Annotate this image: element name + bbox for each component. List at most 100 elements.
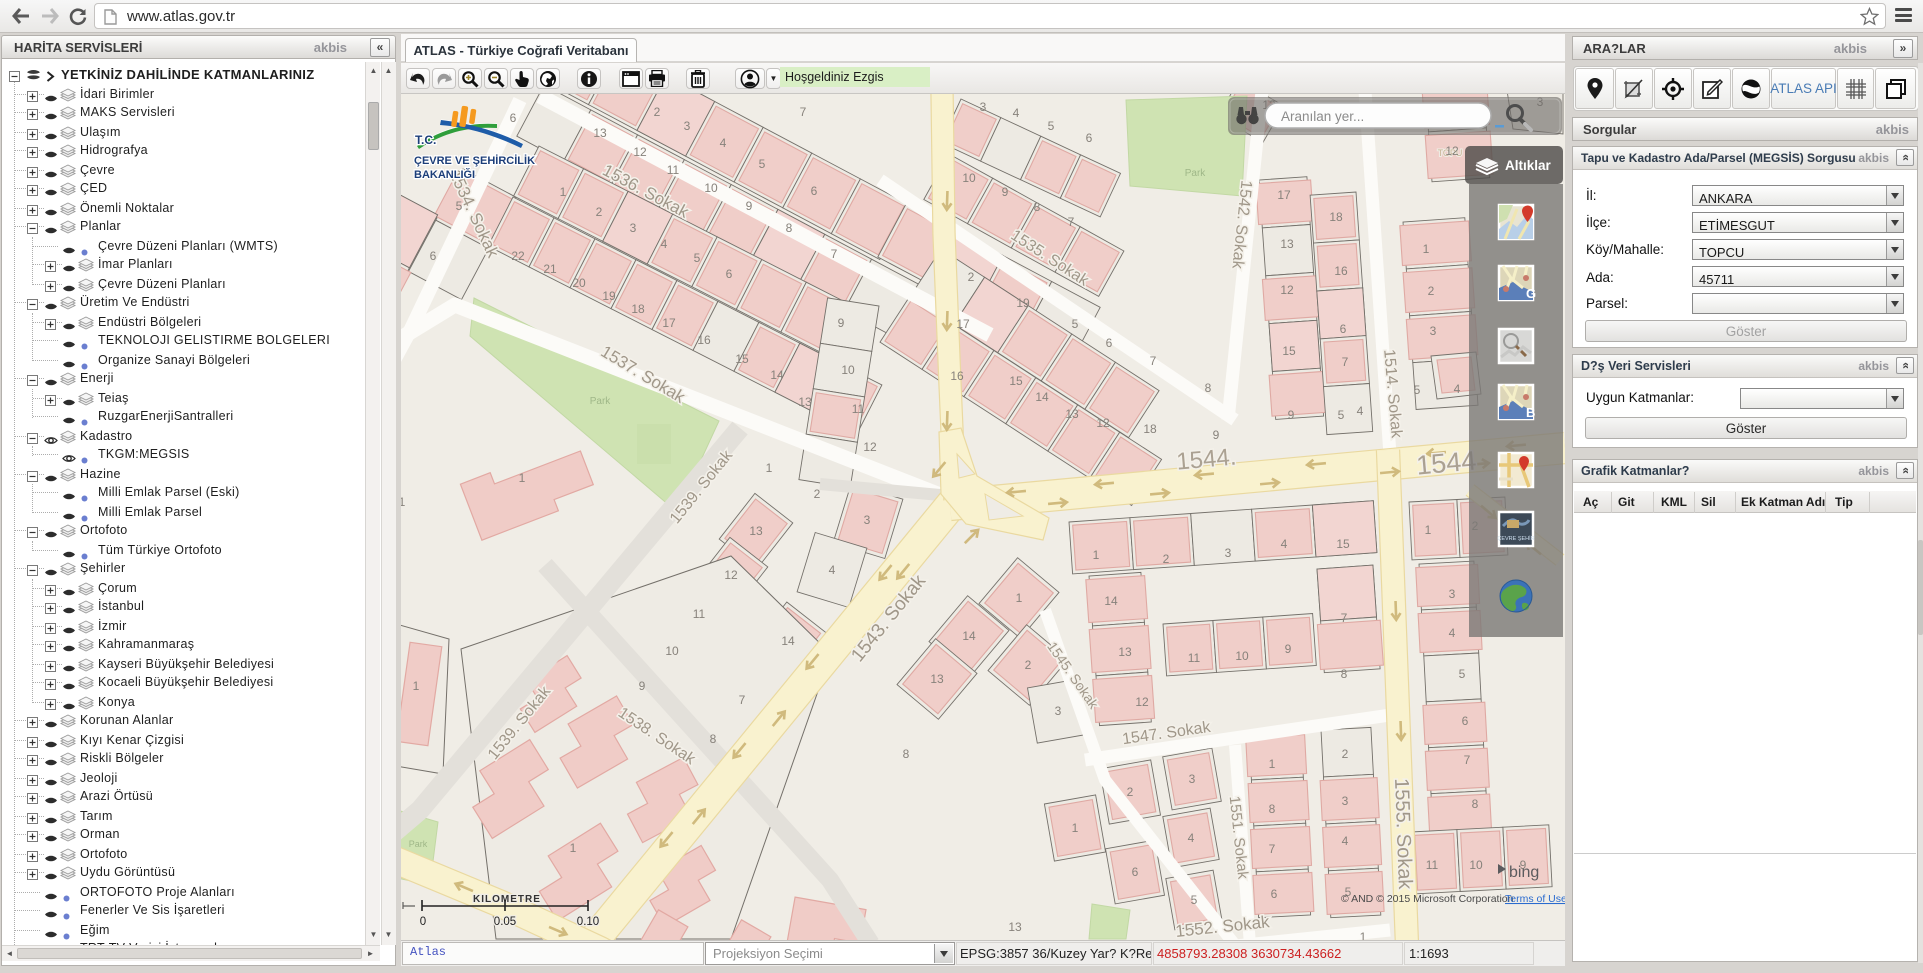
svg-text:8: 8	[1034, 200, 1041, 214]
svg-text:3: 3	[1055, 704, 1062, 718]
svg-text:16: 16	[697, 333, 711, 347]
svg-text:2: 2	[1025, 658, 1032, 672]
svg-text:14: 14	[1035, 390, 1049, 404]
svg-text:7: 7	[1342, 355, 1349, 369]
svg-text:16: 16	[1334, 264, 1348, 278]
svg-text:12: 12	[1096, 416, 1110, 430]
svg-text:1: 1	[413, 679, 420, 693]
svg-text:15: 15	[1282, 344, 1296, 358]
svg-text:12: 12	[1135, 695, 1149, 709]
svg-text:13: 13	[593, 126, 607, 140]
svg-text:7: 7	[739, 693, 746, 707]
svg-text:G: G	[1526, 286, 1536, 301]
svg-text:1: 1	[519, 471, 526, 485]
svg-text:5: 5	[456, 199, 463, 213]
svg-text:Aranılan yer...: Aranılan yer...	[1281, 109, 1364, 124]
svg-text:5: 5	[1459, 667, 1466, 681]
svg-text:14: 14	[1104, 594, 1118, 608]
svg-text:7: 7	[1068, 215, 1075, 229]
svg-text:3: 3	[1189, 772, 1196, 786]
svg-text:10: 10	[1469, 858, 1483, 872]
svg-text:ÇEVRE ŞEHİR: ÇEVRE ŞEHİR	[1497, 535, 1534, 542]
svg-text:17: 17	[956, 317, 970, 331]
svg-text:9: 9	[746, 199, 753, 213]
svg-text:8: 8	[1205, 381, 1212, 395]
svg-text:11: 11	[1188, 651, 1201, 665]
svg-text:0.10: 0.10	[577, 916, 599, 928]
svg-text:5: 5	[1338, 408, 1345, 422]
svg-text:1: 1	[1016, 591, 1023, 605]
svg-text:0: 0	[420, 916, 426, 928]
svg-text:6: 6	[726, 267, 733, 281]
svg-text:1: 1	[1423, 242, 1430, 256]
svg-text:5: 5	[1072, 317, 1079, 331]
svg-text:1544.: 1544.	[1175, 443, 1237, 475]
svg-text:12: 12	[724, 568, 738, 582]
svg-text:3: 3	[684, 119, 691, 133]
svg-text:12: 12	[633, 145, 647, 159]
svg-text:7: 7	[831, 247, 838, 261]
svg-text:15: 15	[1336, 537, 1350, 551]
svg-text:3: 3	[1430, 324, 1437, 338]
svg-text:1: 1	[401, 495, 406, 509]
svg-text:3: 3	[1225, 546, 1232, 560]
svg-text:6: 6	[1106, 336, 1113, 350]
svg-text:bing: bing	[1509, 864, 1539, 881]
svg-text:8: 8	[903, 747, 910, 761]
svg-text:16: 16	[950, 369, 964, 383]
svg-text:0.05: 0.05	[494, 916, 516, 928]
svg-text:9: 9	[1213, 428, 1220, 442]
svg-text:13: 13	[930, 672, 944, 686]
svg-text:Altıklar: Altıklar	[1505, 158, 1552, 173]
svg-text:4: 4	[1357, 404, 1364, 418]
svg-text:18: 18	[1143, 422, 1157, 436]
svg-text:1: 1	[570, 841, 577, 855]
svg-text:8: 8	[1472, 797, 1479, 811]
svg-text:6: 6	[510, 111, 517, 125]
svg-text:10: 10	[665, 644, 679, 658]
svg-text:7: 7	[800, 105, 807, 119]
svg-text:8: 8	[1269, 802, 1276, 816]
svg-text:6: 6	[1462, 714, 1469, 728]
svg-text:4: 4	[1188, 831, 1195, 845]
svg-text:21: 21	[543, 262, 557, 276]
svg-text:19: 19	[1016, 296, 1030, 310]
svg-text:4: 4	[1454, 382, 1461, 396]
svg-text:3: 3	[1342, 794, 1349, 808]
svg-text:10: 10	[962, 171, 976, 185]
svg-text:11: 11	[1426, 858, 1439, 872]
svg-text:3: 3	[980, 100, 987, 114]
svg-text:7: 7	[1341, 611, 1348, 625]
svg-text:6: 6	[1271, 887, 1278, 901]
svg-text:4: 4	[1449, 626, 1456, 640]
svg-text:2: 2	[814, 487, 821, 501]
svg-text:11: 11	[667, 163, 680, 177]
svg-text:© AND © 2015 Microsoft Corpora: © AND © 2015 Microsoft Corporation	[1341, 893, 1514, 905]
svg-text:5: 5	[759, 157, 766, 171]
svg-text:1: 1	[766, 461, 773, 475]
svg-text:18: 18	[631, 302, 645, 316]
svg-text:6: 6	[1132, 865, 1139, 879]
svg-text:15: 15	[735, 352, 749, 366]
svg-text:11: 11	[693, 607, 706, 621]
svg-text:BAKANLIĞI: BAKANLIĞI	[414, 168, 475, 181]
svg-text:9: 9	[1285, 642, 1292, 656]
svg-text:3: 3	[1449, 587, 1456, 601]
svg-text:4: 4	[829, 563, 836, 577]
svg-text:7: 7	[1269, 842, 1276, 856]
svg-text:7: 7	[1150, 354, 1157, 368]
svg-text:6: 6	[1086, 131, 1093, 145]
svg-text:13: 13	[749, 524, 763, 538]
svg-text:20: 20	[572, 276, 586, 290]
svg-text:3: 3	[864, 513, 871, 527]
svg-text:1: 1	[1425, 523, 1432, 537]
svg-text:15: 15	[1009, 374, 1023, 388]
svg-text:T.C.: T.C.	[415, 133, 436, 147]
svg-text:4: 4	[720, 136, 727, 150]
svg-text:12: 12	[1280, 283, 1294, 297]
svg-text:12: 12	[1445, 144, 1459, 158]
svg-text:1555. Sokak: 1555. Sokak	[1390, 778, 1416, 891]
svg-text:14: 14	[770, 368, 784, 382]
svg-text:17: 17	[662, 316, 676, 330]
svg-text:13: 13	[798, 395, 812, 409]
